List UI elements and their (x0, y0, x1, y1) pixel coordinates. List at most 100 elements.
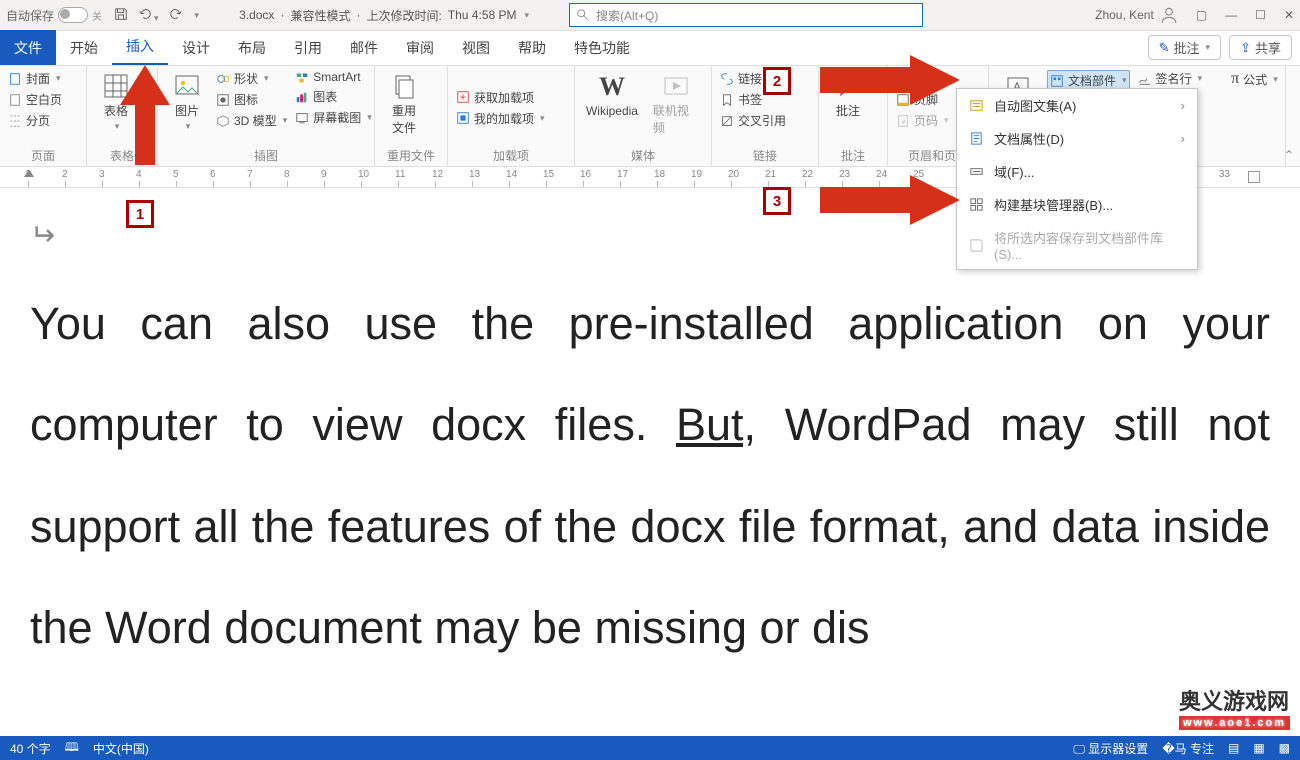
collapse-ribbon-icon[interactable]: ⌃ (1284, 148, 1294, 162)
print-layout-icon[interactable]: ▦ (1253, 741, 1264, 755)
share-button[interactable]: ⇪共享 (1229, 35, 1292, 60)
annotation-number-2: 2 (763, 67, 791, 95)
cover-page-button[interactable]: 封面▾ (8, 70, 61, 87)
focus-label: 专注 (1190, 742, 1214, 756)
annotation-number-3: 3 (763, 187, 791, 215)
tab-view[interactable]: 视图 (448, 30, 504, 65)
save-icon[interactable] (114, 7, 128, 24)
get-addins-button[interactable]: 获取加载项 (456, 89, 534, 106)
blank-label: 空白页 (26, 91, 62, 108)
shapes-button[interactable]: 形状▾ (216, 70, 287, 87)
dd-bbmgr[interactable]: 构建基块管理器(B)... (957, 188, 1197, 221)
quickparts-label: 文档部件 (1068, 72, 1116, 89)
pagenum-label: 页码 (914, 112, 938, 129)
ribbon-mode-icon[interactable]: ▢ (1196, 8, 1207, 22)
qat-more-icon[interactable]: ▾ (195, 10, 200, 21)
reuse-files-button[interactable]: 重用 文件 (383, 70, 425, 138)
undo-icon[interactable]: ▾ (138, 7, 159, 24)
language[interactable]: 中文(中国) (93, 740, 149, 757)
ruler-tick: 17 (620, 181, 657, 187)
watermark-logo: 奥义游戏网 www.aoe1.com (1179, 684, 1290, 730)
ruler-tick: 18 (657, 181, 694, 187)
ruler-tick: 9 (324, 181, 361, 187)
comments-label: 批注 (1174, 38, 1200, 57)
tab-file[interactable]: 文件 (0, 30, 56, 65)
wikipedia-button[interactable]: WWikipedia (583, 70, 641, 120)
display-label: 显示器设置 (1088, 742, 1148, 756)
word-count[interactable]: 40 个字 (10, 740, 51, 757)
lastmod-value: Thu 4:58 PM (448, 8, 517, 22)
web-layout-icon[interactable]: ▩ (1279, 741, 1290, 755)
sigline-button[interactable]: 签名行▾ (1138, 70, 1203, 87)
reuse-label: 重用 文件 (392, 102, 416, 136)
toggle-icon (58, 7, 88, 23)
group-media: WWikipedia 联机视频 媒体 (575, 66, 712, 166)
online-video-button[interactable]: 联机视频 (649, 70, 703, 138)
bookmark-button[interactable]: 书签 (720, 91, 762, 108)
dd-field[interactable]: 域(F)... (957, 155, 1197, 188)
smartart-button[interactable]: SmartArt (295, 70, 372, 84)
group-label: 链接 (720, 145, 810, 164)
ruler-tick: 1 (28, 181, 65, 187)
close-icon[interactable]: ✕ (1284, 8, 1294, 22)
chart-button[interactable]: 图表 (295, 88, 372, 105)
tab-review[interactable]: 审阅 (392, 30, 448, 65)
equation-label: 公式 (1243, 71, 1267, 88)
dd-label: 域(F)... (994, 162, 1034, 181)
window-controls: — ☐ ✕ (1225, 8, 1294, 22)
screenshot-button[interactable]: 屏幕截图▾ (295, 109, 372, 126)
annotation-arrow-1 (110, 65, 180, 175)
tab-home[interactable]: 开始 (56, 30, 112, 65)
display-settings[interactable]: 🖵 显示器设置 (1073, 740, 1148, 757)
chart-label: 图表 (313, 88, 337, 105)
user-icon (1160, 6, 1178, 24)
maximize-icon[interactable]: ☐ (1255, 8, 1266, 22)
tab-references[interactable]: 引用 (280, 30, 336, 65)
document-page[interactable]: ↵ You can also use the pre-installed app… (0, 188, 1300, 758)
user-account[interactable]: Zhou, Kent (1095, 6, 1178, 24)
my-addins-button[interactable]: 我的加载项▾ (456, 110, 545, 127)
ruler-tick: 3 (102, 181, 139, 187)
dd-autotext[interactable]: 自动图文集(A)› (957, 89, 1197, 122)
read-mode-icon[interactable]: ▤ (1228, 741, 1239, 755)
equation-button[interactable]: π公式▾ (1231, 70, 1278, 88)
user-name: Zhou, Kent (1095, 8, 1154, 22)
pagenum-button[interactable]: #页码▾ (896, 112, 949, 129)
redo-icon[interactable] (169, 7, 183, 24)
annotation-arrow-3 (820, 175, 960, 225)
focus-mode[interactable]: �马 专注 (1162, 740, 1214, 757)
tab-design[interactable]: 设计 (168, 30, 224, 65)
minimize-icon[interactable]: — (1225, 8, 1237, 22)
autosave-toggle[interactable]: 自动保存 关 (6, 7, 102, 24)
doc-name: 3.docx (239, 8, 274, 22)
tab-layout[interactable]: 布局 (224, 30, 280, 65)
ruler-tick: 14 (509, 181, 546, 187)
tab-mailings[interactable]: 邮件 (336, 30, 392, 65)
tab-insert[interactable]: 插入 (112, 28, 168, 65)
3dmodel-button[interactable]: 3D 模型▾ (216, 112, 287, 129)
ruler-right-marker-icon[interactable] (1248, 171, 1260, 183)
icons-label: 图标 (234, 91, 258, 108)
dd-docprops[interactable]: 文档属性(D)› (957, 122, 1197, 155)
xref-button[interactable]: 交叉引用 (720, 112, 786, 129)
document-text[interactable]: You can also use the pre-installed appli… (30, 273, 1270, 678)
search-box[interactable]: 搜索(Alt+Q) (569, 3, 923, 27)
group-label: 加载项 (456, 145, 566, 164)
group-label: 页面 (8, 145, 78, 164)
xref-label: 交叉引用 (738, 112, 786, 129)
ruler-end: 33 (1219, 169, 1230, 180)
comments-button[interactable]: ✎批注▾ (1148, 35, 1221, 60)
spellcheck-icon[interactable]: 🕮 (65, 738, 79, 759)
page-break-button[interactable]: 分页 (8, 112, 50, 129)
tab-help[interactable]: 帮助 (504, 30, 560, 65)
tab-special[interactable]: 特色功能 (560, 30, 644, 65)
bookmark-label: 书签 (738, 91, 762, 108)
text-run-underlined: But, (676, 399, 756, 450)
ruler-tick: 11 (398, 181, 435, 187)
watermark-url: www.aoe1.com (1179, 716, 1290, 730)
blank-page-button[interactable]: 空白页 (8, 91, 62, 108)
ruler-tick: 6 (213, 181, 250, 187)
icons-button[interactable]: 图标 (216, 91, 287, 108)
autosave-label: 自动保存 (6, 7, 54, 24)
sigline-label: 签名行 (1156, 70, 1192, 87)
